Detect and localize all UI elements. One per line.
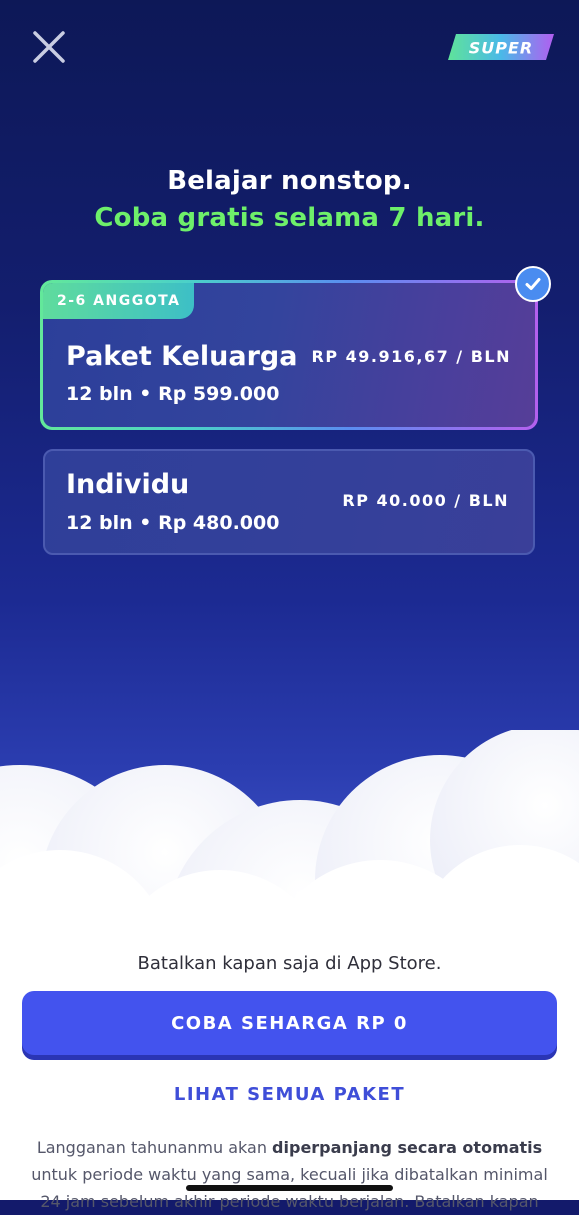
headline-title: Belajar nonstop. <box>167 166 412 196</box>
legal-text-bold: diperpanjang secara otomatis <box>272 1138 543 1157</box>
plan-price-individual: RP 40.000 / BLN <box>342 491 509 510</box>
home-indicator[interactable] <box>186 1185 393 1191</box>
legal-text-part1: Langganan tahunanmu akan <box>36 1138 273 1157</box>
plan-term-family: 12 bln • Rp 599.000 <box>66 383 280 405</box>
headline-trial: Coba gratis selama 7 hari. <box>94 203 485 233</box>
members-tag: 2-6 ANGGOTA <box>43 283 195 319</box>
cancel-note: Batalkan kapan saja di App Store. <box>137 953 442 974</box>
see-all-plans-link[interactable]: LIHAT SEMUA PAKET <box>0 1084 579 1105</box>
plan-term-individual: 12 bln • Rp 480.000 <box>66 512 280 534</box>
plan-card-family[interactable]: 2-6 ANGGOTA Paket Keluarga 12 bln • Rp 5… <box>40 280 538 430</box>
super-badge: SUPER <box>448 34 554 60</box>
plan-card-family-body: 2-6 ANGGOTA Paket Keluarga 12 bln • Rp 5… <box>43 283 535 427</box>
legal-text: Langganan tahunanmu akan diperpanjang se… <box>20 1134 559 1215</box>
check-icon <box>525 278 541 290</box>
plan-price-family: RP 49.916,67 / BLN <box>311 347 511 366</box>
plan-card-individual[interactable]: Individu 12 bln • Rp 480.000 RP 40.000 /… <box>43 449 535 555</box>
super-badge-label: SUPER <box>469 39 534 58</box>
close-icon <box>33 31 65 63</box>
plan-name-individual: Individu <box>66 469 190 500</box>
selected-check-badge <box>515 266 551 302</box>
try-free-button[interactable]: COBA SEHARGA RP 0 <box>22 991 557 1055</box>
plan-name-family: Paket Keluarga <box>66 341 298 372</box>
close-button[interactable] <box>28 26 70 68</box>
